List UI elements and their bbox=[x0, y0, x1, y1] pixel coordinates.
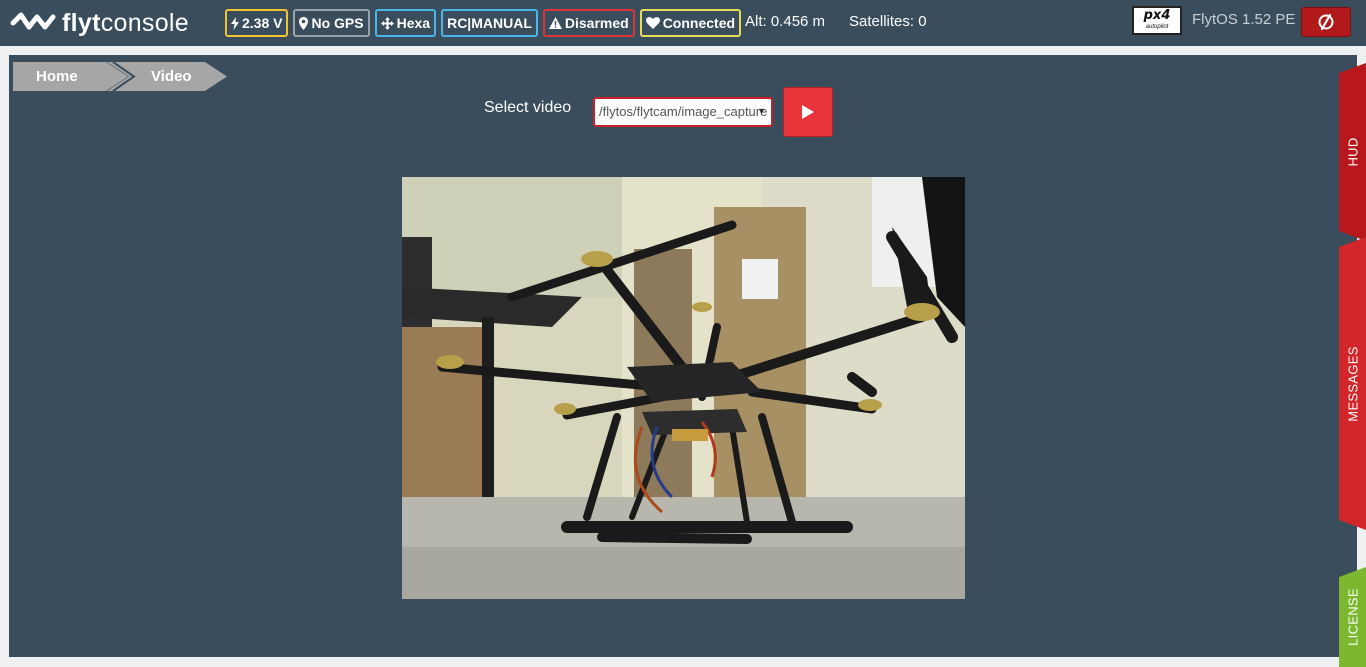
flyt-wave-icon bbox=[10, 12, 56, 30]
arm-status-badge[interactable]: Disarmed bbox=[542, 9, 635, 37]
video-source-select[interactable]: /flytos/flytcam/image_capture ▼ bbox=[593, 97, 773, 127]
logo-text: flytconsole bbox=[62, 8, 189, 37]
px4-logo-text: px4 bbox=[1143, 8, 1171, 23]
flytos-version: FlytOS 1.52 PE bbox=[1192, 11, 1296, 28]
video-panel: Home Video Select video /flytos/flytcam/… bbox=[9, 55, 1357, 657]
shutdown-button[interactable] bbox=[1301, 7, 1351, 37]
px4-logo-sub: autopilot bbox=[1145, 24, 1169, 30]
map-pin-icon bbox=[299, 16, 309, 30]
tab-messages[interactable]: MESSAGES bbox=[1339, 237, 1366, 530]
play-icon bbox=[802, 105, 814, 119]
tab-hud[interactable]: HUD bbox=[1339, 63, 1366, 241]
dropdown-arrow-icon: ▼ bbox=[757, 106, 766, 116]
tab-messages-label: MESSAGES bbox=[1345, 345, 1360, 422]
satellites-readout: Satellites: 0 bbox=[849, 13, 927, 30]
tab-license-label: LICENSE bbox=[1345, 588, 1360, 646]
bolt-icon bbox=[231, 16, 239, 30]
tab-license[interactable]: LICENSE bbox=[1339, 567, 1366, 667]
battery-label: 2.38 V bbox=[242, 15, 283, 31]
status-badges: 2.38 V No GPS Hexa RC|MANUAL Disarmed Co… bbox=[225, 9, 742, 37]
px4-logo: px4 autopilot bbox=[1132, 6, 1182, 35]
flytconsole-logo[interactable]: flytconsole bbox=[10, 6, 189, 40]
breadcrumb-home-label: Home bbox=[36, 68, 78, 85]
breadcrumb-video-label: Video bbox=[151, 68, 192, 85]
tab-hud-label: HUD bbox=[1345, 137, 1360, 167]
heart-icon bbox=[645, 17, 660, 29]
frame-label: Hexa bbox=[396, 15, 431, 31]
move-arrows-icon bbox=[380, 16, 394, 30]
rc-mode-badge[interactable]: RC|MANUAL bbox=[441, 9, 538, 37]
warning-icon bbox=[548, 17, 562, 29]
gps-label: No GPS bbox=[311, 15, 364, 31]
play-button[interactable] bbox=[783, 87, 833, 137]
video-frame-image bbox=[402, 177, 965, 599]
power-icon bbox=[1318, 13, 1334, 31]
video-stream bbox=[402, 177, 965, 599]
top-bar: flytconsole 2.38 V No GPS Hexa RC|MANUAL bbox=[0, 0, 1366, 46]
battery-badge[interactable]: 2.38 V bbox=[225, 9, 289, 37]
select-video-label: Select video bbox=[484, 99, 572, 116]
altitude-readout: Alt: 0.456 m bbox=[745, 13, 826, 30]
connection-badge[interactable]: Connected bbox=[639, 9, 742, 37]
arm-status-label: Disarmed bbox=[564, 15, 629, 31]
video-source-value: /flytos/flytcam/image_capture bbox=[599, 104, 768, 119]
rc-mode-label: RC|MANUAL bbox=[447, 15, 532, 31]
frame-badge[interactable]: Hexa bbox=[374, 9, 437, 37]
connection-label: Connected bbox=[662, 15, 736, 31]
gps-badge[interactable]: No GPS bbox=[293, 9, 370, 37]
breadcrumb-separator bbox=[112, 62, 136, 91]
